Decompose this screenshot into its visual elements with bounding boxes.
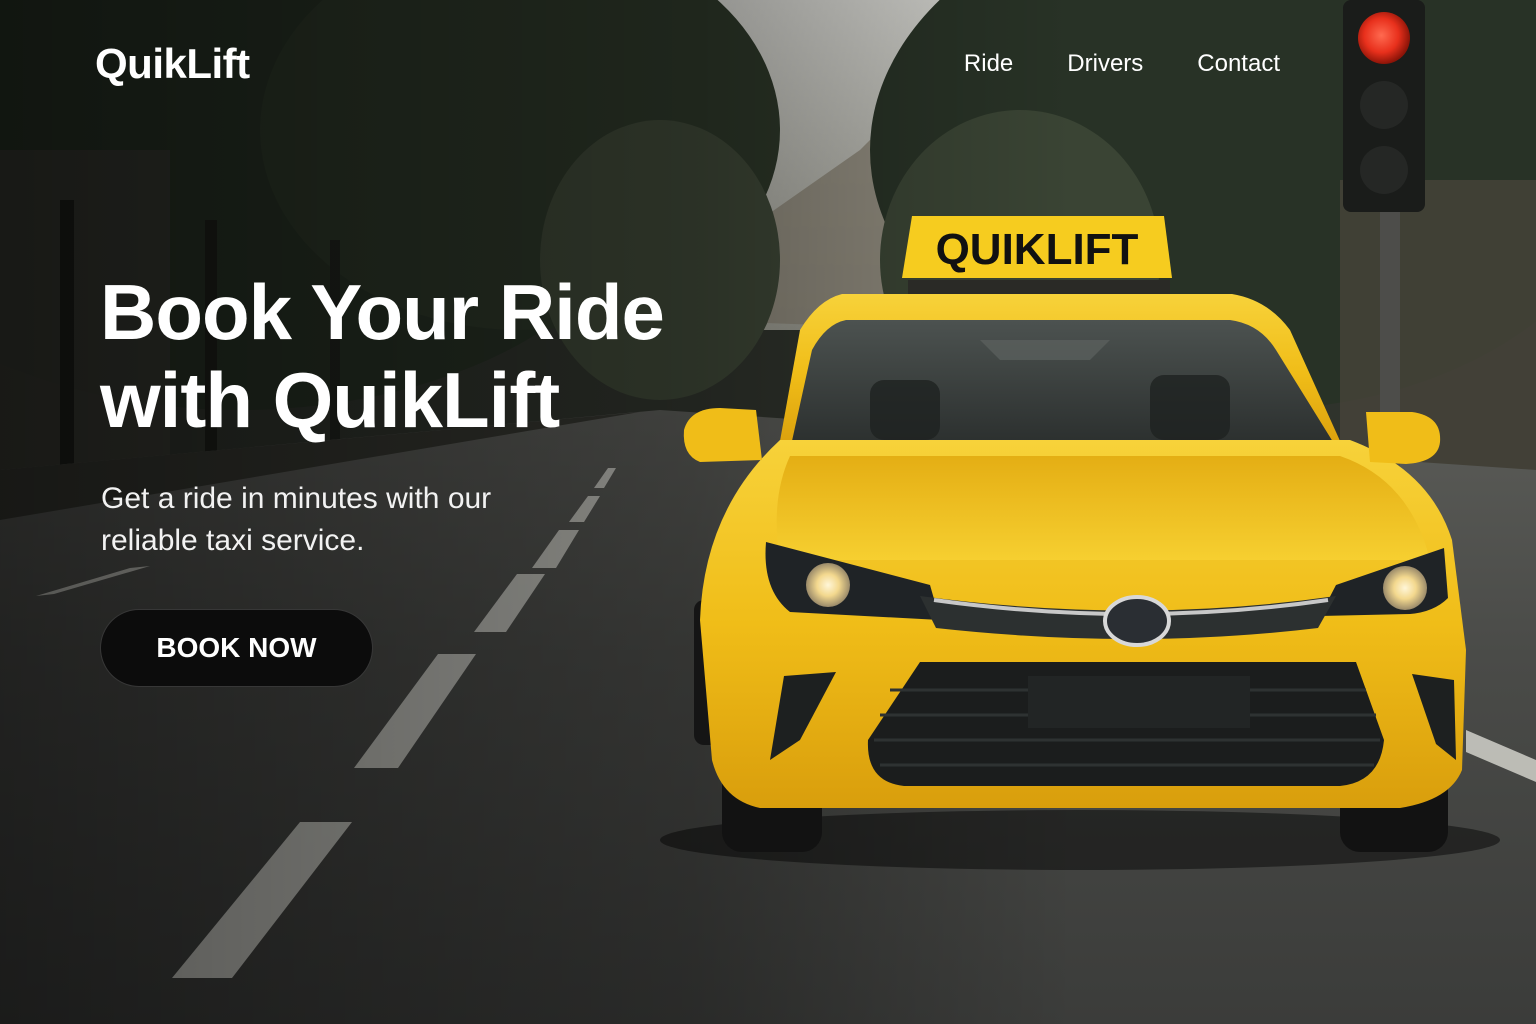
nav-link-contact[interactable]: Contact	[1197, 50, 1280, 78]
taxi-sign-text: QUIKLIFT	[936, 225, 1139, 274]
main-nav: Ride Drivers Contact	[964, 50, 1280, 78]
brand-logo[interactable]: QuikLift	[95, 40, 250, 88]
hero-headline-line-2: with QuikLift	[100, 356, 560, 444]
hero-headline-line-1: Book Your Ride	[100, 268, 665, 356]
book-now-button[interactable]: BOOK NOW	[100, 609, 373, 687]
nav-link-ride[interactable]: Ride	[964, 50, 1013, 78]
hero-section: QUIKLIFT QuikLift Ride Drivers Contact B…	[0, 0, 1536, 1024]
hero-subtitle-line-1: Get a ride in minutes with our	[101, 482, 492, 515]
nav-link-drivers[interactable]: Drivers	[1067, 50, 1143, 78]
hero-headline: Book Your Ride with QuikLift	[100, 268, 665, 444]
hero-subtitle-line-2: reliable taxi service.	[101, 524, 365, 557]
hero-subtitle: Get a ride in minutes with our reliable …	[101, 478, 581, 562]
